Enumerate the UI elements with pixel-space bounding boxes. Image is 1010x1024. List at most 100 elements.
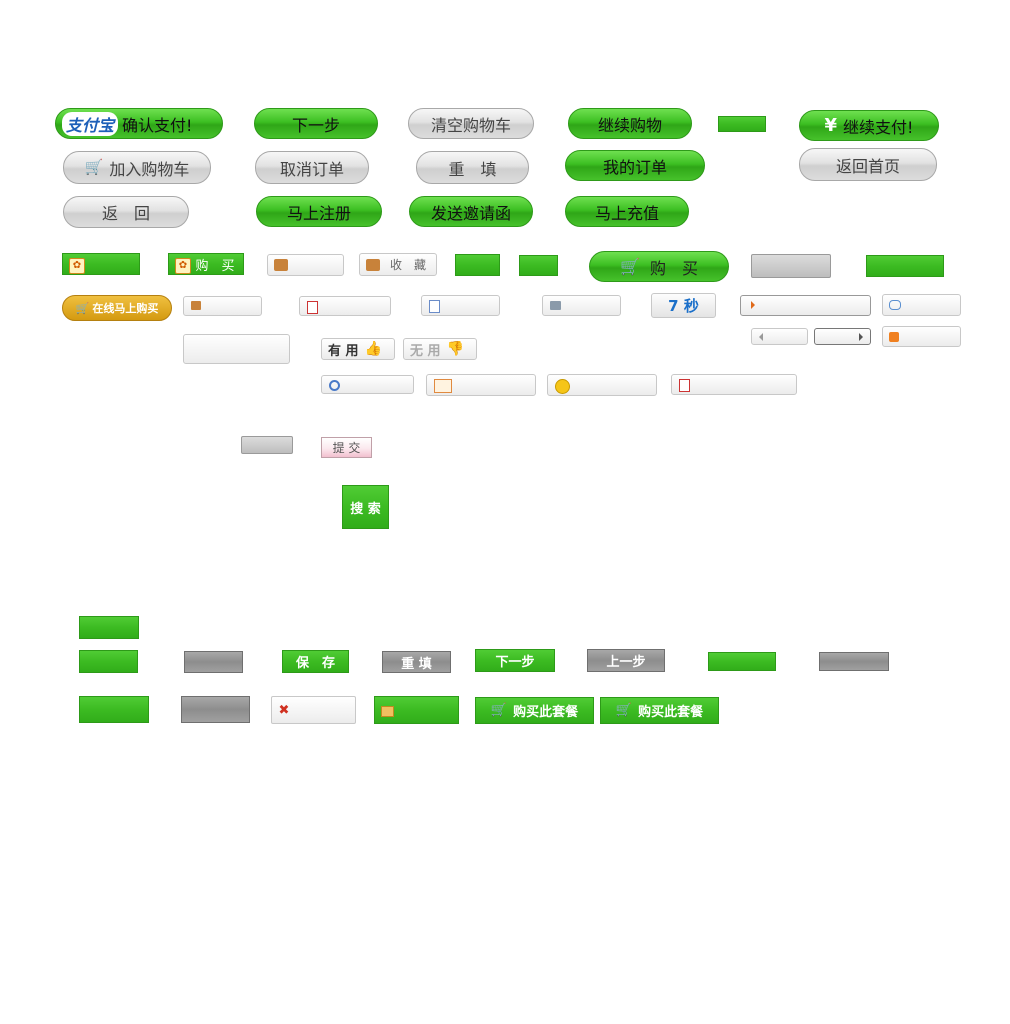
continue-shopping-label: 继续购物 bbox=[597, 115, 662, 135]
blank-green-button[interactable] bbox=[455, 254, 500, 276]
continue-pay-button[interactable]: ¥ 继续支付! bbox=[799, 110, 939, 141]
reset-button[interactable]: 重 填 bbox=[416, 151, 529, 184]
search-button[interactable]: 搜 索 bbox=[342, 485, 389, 529]
speech-bubble-icon bbox=[889, 300, 901, 310]
blank-green-button[interactable] bbox=[519, 255, 558, 276]
left-arrow-icon bbox=[759, 333, 763, 341]
reset-dark-button[interactable]: 重 填 bbox=[382, 651, 451, 673]
buy-big-label: 购 买 bbox=[649, 258, 698, 278]
recharge-now-label: 马上充值 bbox=[594, 203, 659, 223]
cart-icon: 🛒 bbox=[84, 158, 104, 176]
buy-big-button[interactable]: 🛒 购 买 bbox=[589, 251, 729, 282]
pdf-icon bbox=[307, 301, 318, 314]
buy-small-button[interactable]: ✿ 购 买 bbox=[168, 253, 244, 275]
register-now-button[interactable]: 马上注册 bbox=[256, 196, 382, 227]
magnifier-icon bbox=[329, 380, 340, 391]
blank-green-button[interactable] bbox=[79, 650, 138, 673]
thumbs-up-icon: 👍 bbox=[364, 341, 382, 357]
blank-green-button[interactable] bbox=[718, 116, 766, 132]
recharge-now-button[interactable]: 马上充值 bbox=[565, 196, 689, 227]
buy-small-label: 购 买 bbox=[195, 258, 235, 274]
printer-icon bbox=[550, 301, 561, 310]
blank-green-button[interactable] bbox=[708, 652, 776, 671]
document-button[interactable] bbox=[421, 295, 500, 316]
cancel-order-button[interactable]: 取消订单 bbox=[255, 151, 369, 184]
favorite-button[interactable]: 收 藏 bbox=[359, 253, 437, 276]
cart-icon: 🛒 bbox=[490, 703, 508, 718]
search-small-button[interactable] bbox=[321, 375, 414, 394]
save-button[interactable]: 保 存 bbox=[282, 650, 349, 673]
useless-label: 无 用 bbox=[410, 343, 441, 359]
comment-button[interactable] bbox=[882, 294, 961, 316]
alipay-confirm-button[interactable]: 支付宝 确认支付! bbox=[55, 108, 223, 139]
clear-cart-label: 清空购物车 bbox=[430, 115, 511, 135]
briefcase-button[interactable] bbox=[267, 254, 344, 276]
alipay-logo: 支付宝 bbox=[62, 111, 119, 136]
continue-shopping-button[interactable]: 继续购物 bbox=[568, 108, 692, 139]
blank-green-button[interactable] bbox=[79, 616, 139, 639]
blank-dark-gray-button[interactable] bbox=[819, 652, 889, 671]
mail-button[interactable] bbox=[426, 374, 536, 396]
envelope-icon bbox=[434, 379, 452, 393]
blank-white-button[interactable] bbox=[183, 334, 290, 364]
blank-green-button[interactable] bbox=[79, 696, 149, 723]
buy-package-button-1[interactable]: 🛒 购买此套餐 bbox=[475, 697, 594, 724]
buy-package-button-2[interactable]: 🛒 购买此套餐 bbox=[600, 697, 719, 724]
prev-step-button[interactable]: 上一步 bbox=[587, 649, 665, 672]
register-now-label: 马上注册 bbox=[286, 203, 351, 223]
right-arrow-icon bbox=[859, 333, 863, 341]
cart-plus-icon: 🛒 bbox=[620, 256, 640, 276]
smiley-icon bbox=[555, 379, 570, 394]
clear-cart-button[interactable]: 清空购物车 bbox=[408, 108, 534, 139]
back-button[interactable]: 返 回 bbox=[63, 196, 189, 228]
back-home-label: 返回首页 bbox=[835, 156, 900, 176]
next-step-flat-button[interactable]: 下一步 bbox=[475, 649, 555, 672]
document-icon bbox=[429, 300, 440, 313]
briefcase-icon bbox=[366, 259, 380, 271]
rss-icon bbox=[889, 332, 899, 342]
smiley-button[interactable] bbox=[547, 374, 657, 396]
countdown-label: 7 秒 bbox=[668, 297, 699, 315]
briefcase-icon bbox=[274, 259, 288, 271]
folder-green-button[interactable] bbox=[374, 696, 459, 724]
back-home-button[interactable]: 返回首页 bbox=[799, 148, 937, 181]
buy-online-now-button[interactable]: 🛒 在线马上购买 bbox=[62, 295, 172, 321]
shop-bag-green-button[interactable]: ✿ bbox=[62, 253, 140, 275]
blank-gray-button[interactable] bbox=[241, 436, 293, 454]
shopping-bag-icon: ✿ bbox=[175, 258, 191, 274]
useful-button[interactable]: 有 用 👍 bbox=[321, 338, 395, 360]
close-button[interactable]: ✖ bbox=[271, 696, 356, 724]
pdf-icon bbox=[679, 379, 690, 392]
submit-label: 提 交 bbox=[332, 441, 361, 455]
arrow-input-field[interactable] bbox=[740, 295, 871, 316]
prev-arrow-button[interactable] bbox=[751, 328, 808, 345]
countdown-button[interactable]: 7 秒 bbox=[651, 293, 716, 318]
next-step-button[interactable]: 下一步 bbox=[254, 108, 378, 139]
print-button[interactable] bbox=[542, 295, 621, 316]
save-label: 保 存 bbox=[295, 656, 335, 671]
cart-icon: 🛒 bbox=[75, 301, 90, 315]
my-orders-button[interactable]: 我的订单 bbox=[565, 150, 705, 181]
next-arrow-button[interactable] bbox=[814, 328, 871, 345]
submit-button[interactable]: 提 交 bbox=[321, 437, 372, 458]
cancel-order-label: 取消订单 bbox=[279, 159, 344, 179]
blank-dark-gray-button[interactable] bbox=[181, 696, 250, 723]
pdf-button[interactable] bbox=[299, 296, 391, 316]
shopping-bag-icon: ✿ bbox=[69, 258, 85, 274]
blank-gray-button[interactable] bbox=[751, 254, 831, 278]
thumbs-down-icon: 👎 bbox=[446, 341, 464, 357]
confirm-pay-label: 确认支付! bbox=[122, 115, 193, 135]
my-orders-label: 我的订单 bbox=[602, 157, 667, 177]
play-arrow-icon bbox=[751, 301, 755, 309]
yuan-icon: ¥ bbox=[824, 115, 838, 136]
rss-button[interactable] bbox=[882, 326, 961, 347]
back-label: 返 回 bbox=[101, 204, 150, 223]
cart-icon: 🛒 bbox=[615, 703, 633, 718]
briefcase-small-button[interactable] bbox=[183, 296, 262, 316]
add-to-cart-button[interactable]: 🛒 加入购物车 bbox=[63, 151, 211, 184]
send-invite-button[interactable]: 发送邀请函 bbox=[409, 196, 533, 227]
blank-dark-gray-button[interactable] bbox=[184, 651, 243, 673]
useless-button[interactable]: 无 用 👎 bbox=[403, 338, 477, 360]
blank-green-button[interactable] bbox=[866, 255, 944, 277]
pdf-wide-button[interactable] bbox=[671, 374, 797, 395]
